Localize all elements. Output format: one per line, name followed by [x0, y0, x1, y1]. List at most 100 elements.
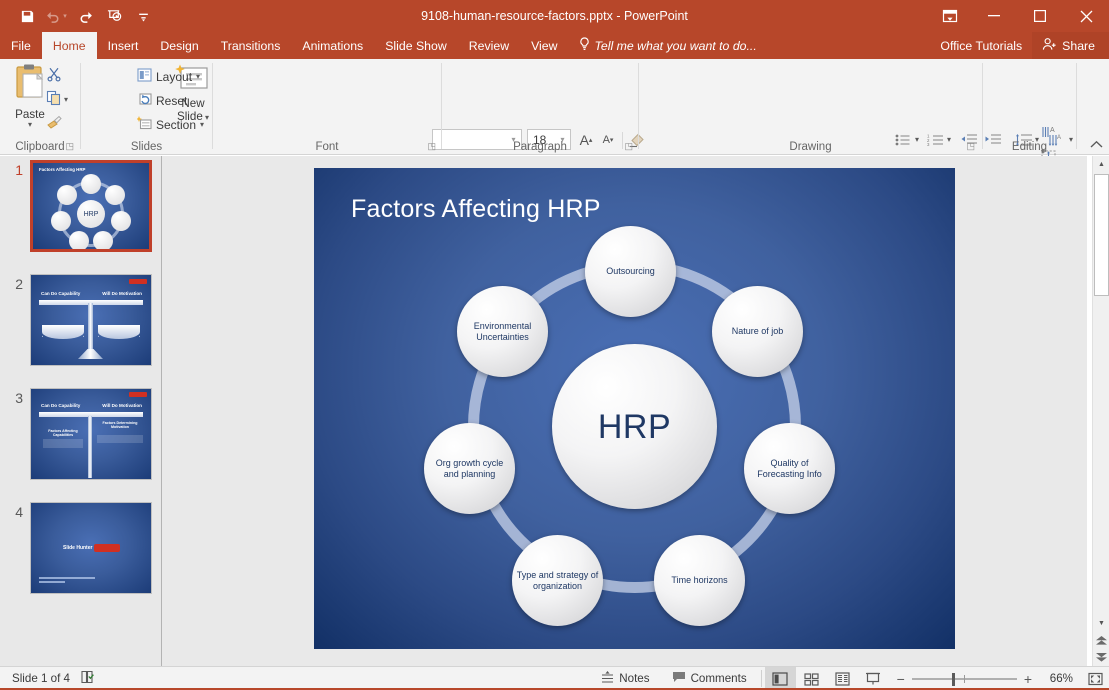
minimize-button[interactable] — [971, 0, 1017, 32]
slide-pane-vertical-scrollbar[interactable]: ▲ ▼ — [1092, 156, 1109, 666]
work-area: 1 Factors Affecting HRP HRP 2 Can Do Cap… — [0, 156, 1109, 666]
status-bar: Slide 1 of 4 Notes Comments − + 66% — [0, 666, 1109, 690]
zoom-out-button[interactable]: − — [897, 671, 905, 687]
section-icon — [135, 116, 152, 133]
fit-slide-to-window-button[interactable] — [1081, 667, 1109, 690]
slide-thumbnail-4[interactable]: 4 Slide Hunter — [8, 502, 152, 594]
node-org-growth-cycle-and-planning[interactable]: Org growth cycle and planning — [424, 423, 515, 514]
share-label: Share — [1062, 38, 1095, 53]
copy-button[interactable]: ▾ — [46, 90, 68, 109]
scroll-down-icon[interactable]: ▼ — [1093, 615, 1109, 632]
tab-animations[interactable]: Animations — [291, 32, 374, 59]
layout-button[interactable]: Layout ▾ — [137, 68, 200, 85]
previous-slide-icon[interactable] — [1093, 632, 1109, 649]
undo-icon[interactable]: ▾ — [43, 4, 69, 28]
zoom-level[interactable]: 66% — [1039, 672, 1073, 685]
tab-view[interactable]: View — [520, 32, 568, 59]
lightbulb-icon — [579, 37, 590, 54]
tab-transitions[interactable]: Transitions — [210, 32, 292, 59]
copy-chevron-down-icon[interactable]: ▾ — [64, 95, 68, 104]
tab-insert[interactable]: Insert — [97, 32, 150, 59]
slide-counter[interactable]: Slide 1 of 4 — [12, 672, 70, 685]
clipboard-dialog-launcher[interactable]: ◳ — [65, 141, 74, 152]
account-name[interactable]: Office Tutorials — [930, 32, 1032, 59]
save-icon[interactable] — [14, 4, 40, 28]
tab-design[interactable]: Design — [149, 32, 209, 59]
slide-thumbnail-1[interactable]: 1 Factors Affecting HRP HRP — [8, 160, 152, 252]
share-button[interactable]: Share — [1032, 32, 1109, 59]
tabs-right-area: Office Tutorials Share — [930, 32, 1109, 59]
notes-button[interactable]: Notes — [590, 667, 660, 690]
ribbon-group-drawing: ▲ ▼ ▾ Arrange ▾ — [639, 59, 982, 155]
close-button[interactable] — [1063, 0, 1109, 32]
paragraph-dialog-launcher[interactable]: ◳ — [624, 141, 633, 152]
slide-title[interactable]: Factors Affecting HRP — [351, 195, 601, 224]
tab-review[interactable]: Review — [458, 32, 520, 59]
ribbon-group-label-font: Font — [315, 141, 339, 153]
customize-quick-access-icon[interactable] — [130, 4, 156, 28]
start-presentation-icon[interactable] — [101, 4, 127, 28]
font-dialog-launcher[interactable]: ◳ — [427, 141, 436, 152]
ribbon: Paste ▾ ▾ Clipboard ◳ New Slide ▾ Layout… — [0, 59, 1109, 204]
comments-button[interactable]: Comments — [661, 667, 758, 690]
zoom-slider-thumb[interactable] — [951, 672, 955, 686]
normal-view-button[interactable] — [764, 666, 796, 690]
scrollbar-thumb[interactable] — [1094, 174, 1109, 296]
node-time-horizons[interactable]: Time horizons — [654, 535, 745, 626]
ribbon-group-clipboard: Paste ▾ ▾ Clipboard ◳ — [0, 59, 80, 155]
slide-sorter-view-button[interactable] — [796, 667, 827, 690]
current-slide[interactable]: Factors Affecting HRP HRP Outsourcing Na… — [314, 168, 955, 649]
powerpoint-window: ▾ 9108-human-resource-factors.pptx - Pow… — [0, 0, 1109, 690]
node-hrp-center[interactable]: HRP — [552, 344, 717, 509]
zoom-slider[interactable] — [911, 672, 1017, 686]
node-time-horizons-label: Time horizons — [671, 575, 728, 585]
paste-icon — [13, 63, 47, 106]
slide-number-1: 1 — [15, 162, 23, 178]
reset-button[interactable]: Reset — [137, 92, 187, 109]
section-chevron-down-icon[interactable]: ▾ — [200, 120, 204, 129]
scroll-up-icon[interactable]: ▲ — [1093, 156, 1109, 173]
slide-show-button[interactable] — [858, 667, 889, 690]
node-outsourcing[interactable]: Outsourcing — [585, 226, 676, 317]
zoom-in-button[interactable]: + — [1024, 671, 1032, 687]
tab-file[interactable]: File — [0, 32, 42, 59]
node-nature-of-job[interactable]: Nature of job — [712, 286, 803, 377]
tell-me-label: Tell me what you want to do... — [594, 38, 757, 53]
accessibility-checker-icon[interactable] — [80, 670, 95, 687]
copy-icon — [46, 90, 62, 109]
tab-slide-show[interactable]: Slide Show — [374, 32, 458, 59]
slide-editing-pane: Factors Affecting HRP HRP Outsourcing Na… — [162, 156, 1087, 666]
thumb1-title: Factors Affecting HRP — [39, 167, 86, 172]
section-label: Section — [156, 117, 197, 132]
maximize-restore-button[interactable] — [1017, 0, 1063, 32]
title-bar: ▾ 9108-human-resource-factors.pptx - Pow… — [0, 0, 1109, 32]
slide-thumbnail-pane[interactable]: 1 Factors Affecting HRP HRP 2 Can Do Cap… — [0, 156, 161, 666]
notes-icon — [601, 670, 614, 687]
comment-icon — [672, 671, 686, 686]
next-slide-icon[interactable] — [1093, 649, 1109, 666]
ribbon-display-options-icon[interactable] — [929, 0, 971, 32]
node-hrp-label: HRP — [597, 407, 672, 446]
ribbon-group-label-editing: Editing — [1011, 141, 1048, 153]
slide-thumbnail-3[interactable]: 3 Can Do Capability Will Do Motivation F… — [8, 388, 152, 480]
collapse-ribbon-button[interactable] — [1090, 140, 1103, 152]
node-environmental-uncertainties[interactable]: Environmental Uncertainties — [457, 286, 548, 377]
thumb3-right-label: Will Do Motivation — [102, 403, 142, 408]
share-person-icon — [1042, 37, 1057, 54]
reading-view-button[interactable] — [827, 667, 858, 690]
divider — [760, 670, 762, 687]
ribbon-group-label-slides: Slides — [130, 141, 163, 153]
slide-thumbnail-2[interactable]: 2 Can Do Capability Will Do Motivation — [8, 274, 152, 366]
format-painter-button[interactable] — [46, 114, 63, 133]
drawing-dialog-launcher[interactable]: ◳ — [966, 141, 975, 152]
node-type-and-strategy-of-organization[interactable]: Type and strategy of organization — [512, 535, 603, 626]
cut-button[interactable] — [46, 66, 62, 85]
layout-chevron-down-icon[interactable]: ▾ — [196, 72, 200, 81]
reset-icon — [137, 92, 152, 109]
tell-me-box[interactable]: Tell me what you want to do... — [569, 32, 767, 59]
tab-home[interactable]: Home — [41, 32, 97, 59]
paste-chevron-down-icon[interactable]: ▾ — [28, 121, 32, 129]
node-quality-of-forecasting-info[interactable]: Quality of Forecasting Info — [744, 423, 835, 514]
redo-icon[interactable] — [72, 4, 98, 28]
section-button[interactable]: Section ▾ — [135, 116, 204, 133]
